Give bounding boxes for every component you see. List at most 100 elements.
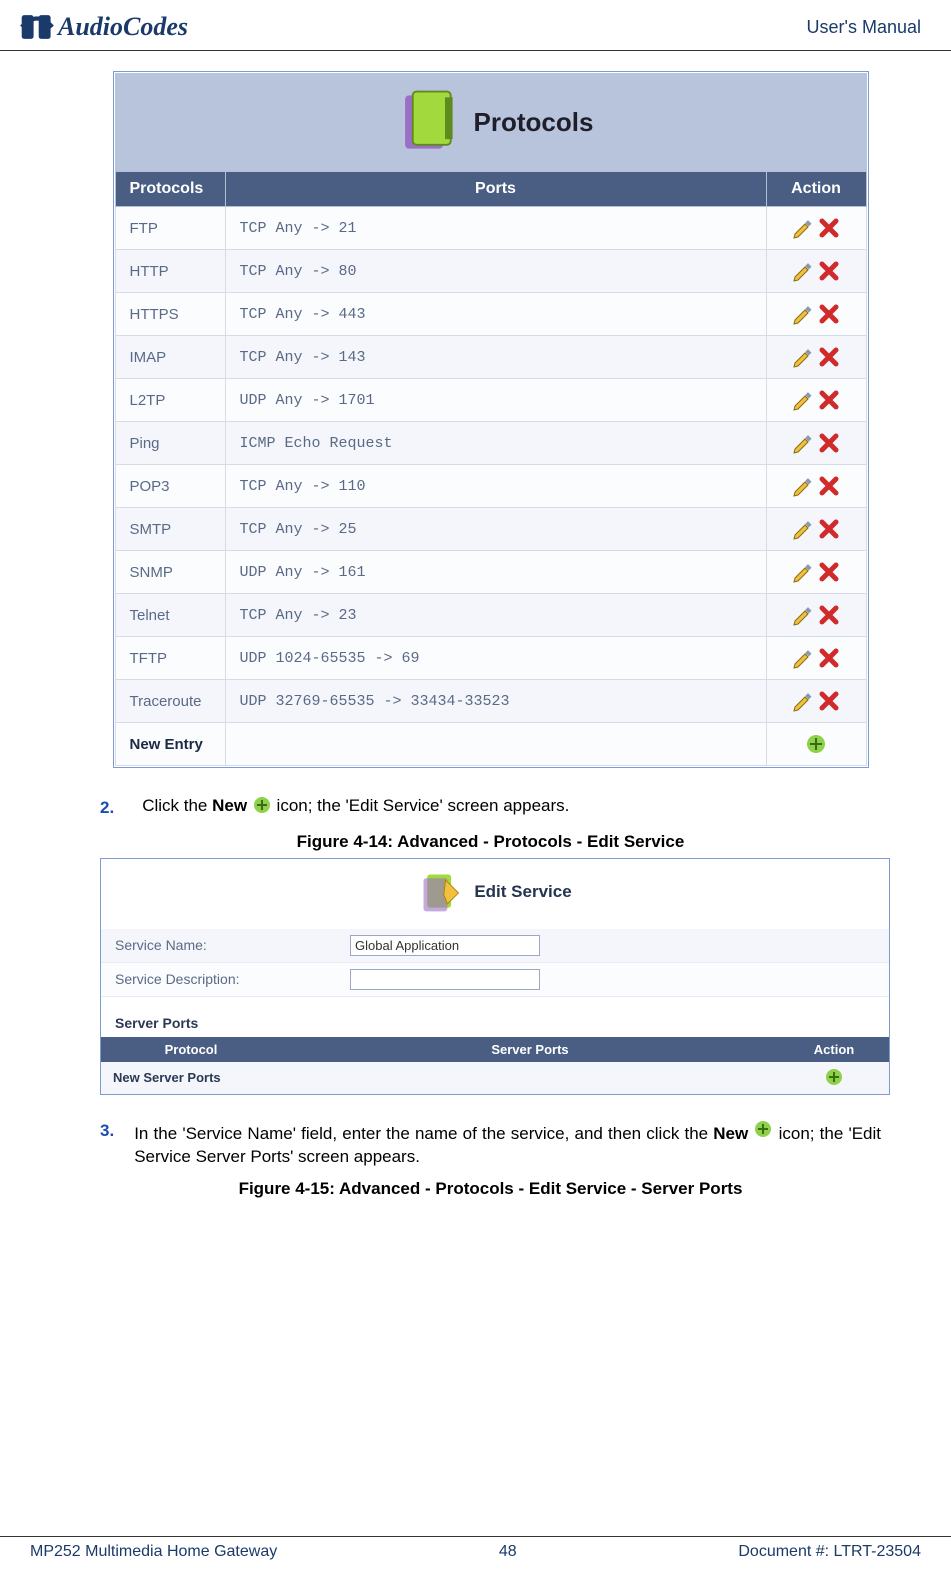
service-description-label: Service Description: (115, 971, 350, 987)
service-description-row: Service Description: (101, 963, 889, 997)
table-row: POP3TCP Any -> 110 (115, 465, 866, 508)
edit-icon[interactable] (792, 217, 814, 239)
figure-caption-15: Figure 4-15: Advanced - Protocols - Edit… (100, 1179, 881, 1199)
col-server-ports: Server Ports (281, 1037, 779, 1062)
step-text: In the 'Service Name' field, enter the n… (134, 1119, 881, 1169)
step-2: 2. Click the New icon; the 'Edit Service… (100, 794, 881, 822)
figure-caption-14: Figure 4-14: Advanced - Protocols - Edit… (100, 832, 881, 852)
delete-icon[interactable] (818, 518, 840, 540)
footer-page-number: 48 (499, 1543, 517, 1561)
step3-pre: In the 'Service Name' field, enter the n… (134, 1124, 713, 1143)
delete-icon[interactable] (818, 561, 840, 583)
col-action: Action (766, 172, 866, 207)
protocol-name: Telnet (115, 594, 225, 637)
service-name-input[interactable] (350, 935, 540, 956)
step2-pre: Click the (142, 796, 212, 815)
row-actions (766, 293, 866, 336)
edit-icon[interactable] (792, 604, 814, 626)
table-row: IMAPTCP Any -> 143 (115, 336, 866, 379)
new-entry-row[interactable]: New Entry (115, 723, 866, 766)
protocol-ports: TCP Any -> 23 (225, 594, 766, 637)
row-actions (766, 465, 866, 508)
col-ports: Ports (225, 172, 766, 207)
row-actions (766, 422, 866, 465)
row-actions (766, 637, 866, 680)
edit-service-title: Edit Service (474, 882, 571, 902)
col-action2: Action (779, 1037, 889, 1062)
protocol-ports: TCP Any -> 143 (225, 336, 766, 379)
protocol-name: POP3 (115, 465, 225, 508)
service-name-row: Service Name: (101, 929, 889, 963)
row-actions (766, 680, 866, 723)
plus-icon[interactable] (805, 733, 827, 755)
protocol-ports: TCP Any -> 25 (225, 508, 766, 551)
protocol-name: HTTPS (115, 293, 225, 336)
delete-icon[interactable] (818, 346, 840, 368)
edit-icon[interactable] (792, 561, 814, 583)
edit-icon[interactable] (792, 690, 814, 712)
new-server-ports-label: New Server Ports (101, 1062, 281, 1094)
protocol-name: TFTP (115, 637, 225, 680)
plus-icon[interactable] (823, 1067, 845, 1089)
table-row: TracerouteUDP 32769-65535 -> 33434-33523 (115, 680, 866, 723)
step-number: 3. (100, 1121, 114, 1141)
protocol-ports: UDP Any -> 1701 (225, 379, 766, 422)
protocol-name: Ping (115, 422, 225, 465)
protocol-ports: TCP Any -> 443 (225, 293, 766, 336)
edit-icon[interactable] (792, 432, 814, 454)
protocol-name: SMTP (115, 508, 225, 551)
protocol-ports: TCP Any -> 21 (225, 207, 766, 250)
table-row: TelnetTCP Any -> 23 (115, 594, 866, 637)
table-row: HTTPTCP Any -> 80 (115, 250, 866, 293)
protocol-ports: UDP 32769-65535 -> 33434-33523 (225, 680, 766, 723)
delete-icon[interactable] (818, 647, 840, 669)
table-row: SNMPUDP Any -> 161 (115, 551, 866, 594)
step3-bold: New (713, 1124, 748, 1143)
protocol-ports: TCP Any -> 80 (225, 250, 766, 293)
protocol-name: IMAP (115, 336, 225, 379)
edit-icon[interactable] (792, 475, 814, 497)
footer-right: Document #: LTRT-23504 (738, 1543, 921, 1561)
plus-icon (252, 800, 277, 819)
protocol-ports: ICMP Echo Request (225, 422, 766, 465)
delete-icon[interactable] (818, 690, 840, 712)
step2-post: icon; the 'Edit Service' screen appears. (277, 796, 570, 815)
plus-icon (753, 1124, 778, 1143)
row-actions (766, 508, 866, 551)
edit-icon[interactable] (792, 346, 814, 368)
step-3: 3. In the 'Service Name' field, enter th… (100, 1119, 881, 1169)
protocol-ports: UDP 1024-65535 -> 69 (225, 637, 766, 680)
new-server-ports-row[interactable]: New Server Ports (101, 1062, 889, 1094)
protocols-panel: Protocols Protocols Ports Action FTPTCP … (113, 71, 869, 768)
protocol-name: L2TP (115, 379, 225, 422)
protocols-icon (388, 84, 464, 160)
protocol-name: HTTP (115, 250, 225, 293)
server-ports-header: Server Ports (101, 997, 889, 1037)
edit-icon[interactable] (792, 303, 814, 325)
row-actions (766, 594, 866, 637)
table-row: SMTPTCP Any -> 25 (115, 508, 866, 551)
delete-icon[interactable] (818, 389, 840, 411)
service-description-input[interactable] (350, 969, 540, 990)
protocols-table: Protocols Ports Action FTPTCP Any -> 21 … (115, 171, 867, 766)
col-protocol: Protocol (101, 1037, 281, 1062)
footer-left: MP252 Multimedia Home Gateway (30, 1543, 277, 1561)
protocol-name: FTP (115, 207, 225, 250)
protocol-ports: UDP Any -> 161 (225, 551, 766, 594)
doc-type-label: User's Manual (807, 17, 921, 38)
edit-icon[interactable] (792, 389, 814, 411)
delete-icon[interactable] (818, 260, 840, 282)
col-protocols: Protocols (115, 172, 225, 207)
edit-icon[interactable] (792, 518, 814, 540)
delete-icon[interactable] (818, 475, 840, 497)
edit-icon[interactable] (792, 647, 814, 669)
edit-service-header: Edit Service (101, 859, 889, 929)
delete-icon[interactable] (818, 217, 840, 239)
row-actions (766, 250, 866, 293)
server-ports-table: Protocol Server Ports Action New Server … (101, 1037, 889, 1094)
delete-icon[interactable] (818, 604, 840, 626)
delete-icon[interactable] (818, 303, 840, 325)
edit-icon[interactable] (792, 260, 814, 282)
delete-icon[interactable] (818, 432, 840, 454)
protocols-title: Protocols (474, 107, 594, 138)
